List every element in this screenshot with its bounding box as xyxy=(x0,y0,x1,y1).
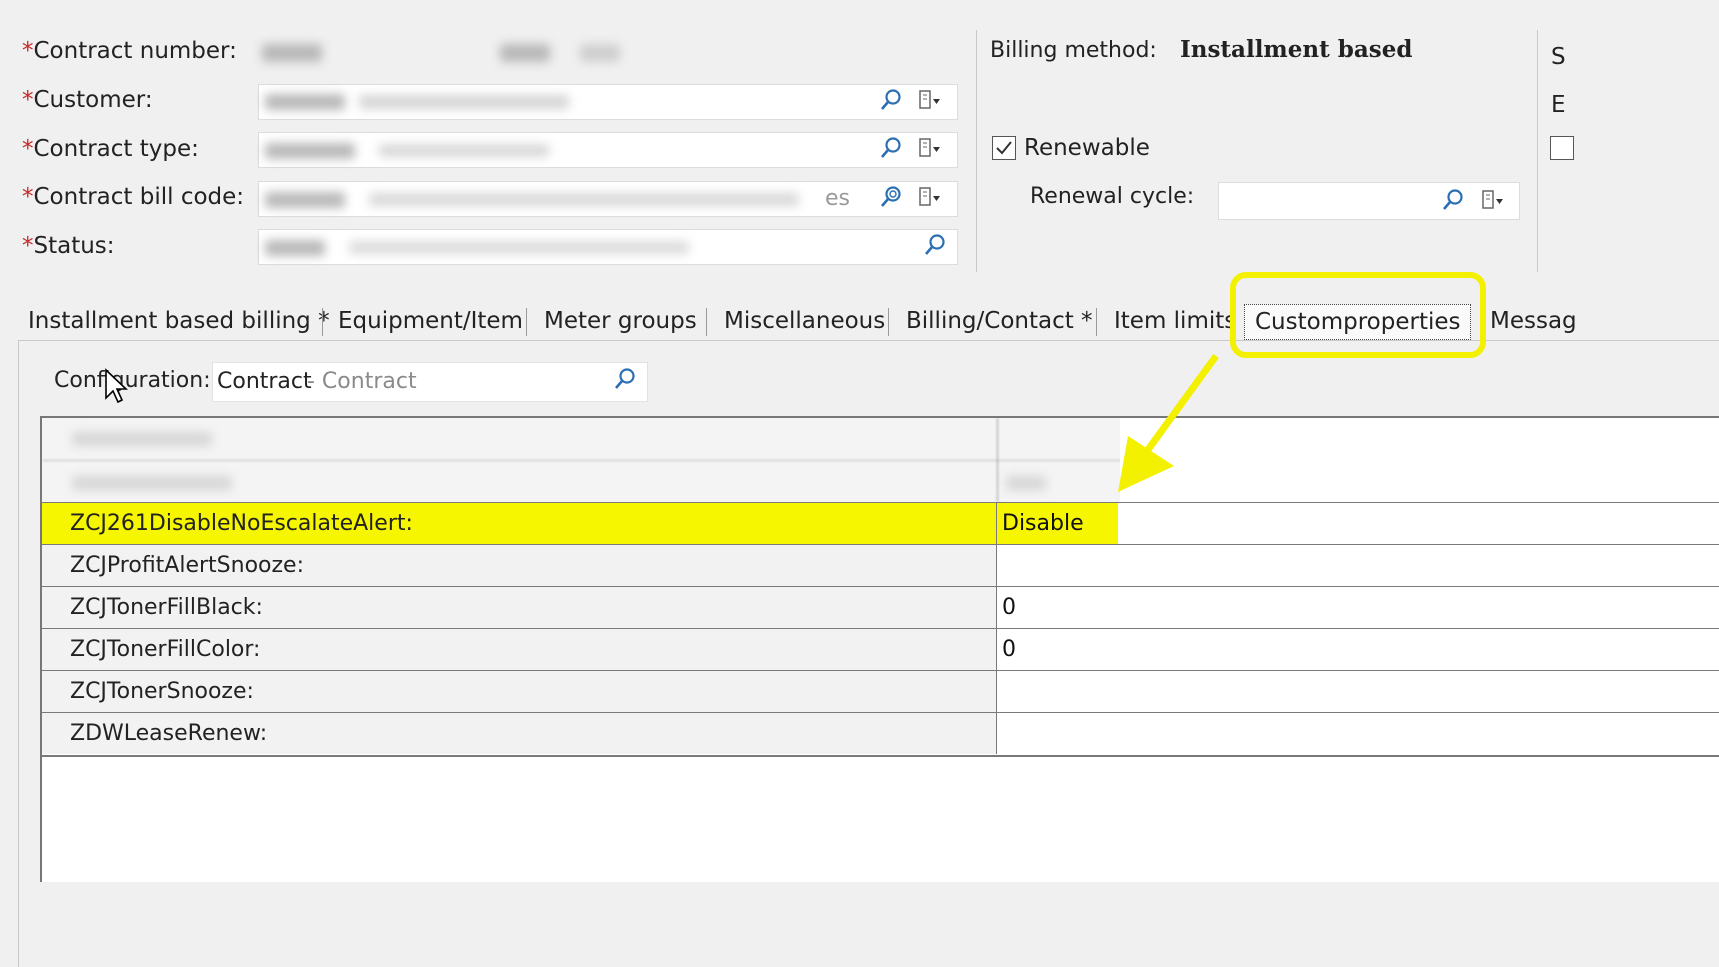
bill-code-value-blurred xyxy=(265,192,345,208)
renewal-cycle-options-menu-icon[interactable] xyxy=(1478,187,1506,215)
configuration-value-description: - Contract xyxy=(307,369,417,394)
contract-number-value-blurred xyxy=(262,44,322,62)
contract-type-code-blurred xyxy=(265,143,355,159)
tab-separator xyxy=(1096,308,1097,336)
contract-bill-code-input[interactable]: es xyxy=(258,181,958,217)
hidden-row-1-blurred xyxy=(72,432,212,446)
property-name: ZCJTonerSnooze: xyxy=(42,671,997,712)
tab-billing-contact[interactable]: Billing/Contact * xyxy=(896,302,1103,340)
contract-bill-code-options-menu-icon[interactable] xyxy=(915,184,943,212)
property-row[interactable]: ZCJTonerFillColor: 0 xyxy=(42,629,1719,671)
customer-name-blurred xyxy=(359,95,569,109)
header-column-divider xyxy=(976,30,977,272)
property-name: ZCJTonerFillColor: xyxy=(42,629,997,670)
contract-bill-code-label: *Contract bill code: xyxy=(22,184,245,210)
hidden-row-2-value-blurred xyxy=(1006,476,1046,490)
customer-code-blurred xyxy=(265,94,345,110)
tab-messages[interactable]: Messag xyxy=(1480,302,1587,340)
property-name: ZCJTonerFillBlack: xyxy=(42,587,997,628)
customer-options-menu-icon[interactable] xyxy=(915,87,943,115)
annotation-highlight-box xyxy=(1230,272,1486,358)
configuration-value: Contract xyxy=(217,369,312,394)
annotation-arrow-icon xyxy=(1118,353,1219,492)
customer-label: *Customer: xyxy=(22,87,153,113)
property-row[interactable]: ZCJTonerSnooze: xyxy=(42,671,1719,713)
contract-bill-code-search-icon[interactable] xyxy=(878,184,904,212)
right-col-checkbox[interactable] xyxy=(1550,136,1574,160)
contract-type-desc-blurred xyxy=(379,144,549,157)
status-code-blurred xyxy=(265,240,325,256)
tab-item-limits[interactable]: Item limits xyxy=(1104,302,1246,340)
tab-installment-based-billing[interactable]: Installment based billing * xyxy=(18,302,340,340)
tab-separator xyxy=(526,308,527,336)
property-value[interactable]: 0 xyxy=(997,587,1719,628)
contract-type-input[interactable] xyxy=(258,132,958,168)
tab-meter-groups[interactable]: Meter groups xyxy=(534,302,707,340)
contract-type-options-menu-icon[interactable] xyxy=(915,135,943,163)
billing-method-label: Billing method: xyxy=(990,38,1157,63)
property-row[interactable]: ZDWLeaseRenew: xyxy=(42,713,1719,757)
customer-input[interactable] xyxy=(258,84,958,120)
renewal-cycle-search-icon[interactable] xyxy=(1440,187,1466,215)
customer-search-icon[interactable] xyxy=(878,87,904,115)
tab-separator xyxy=(888,308,889,336)
property-row[interactable]: ZCJ261DisableNoEscalateAlert: Disable xyxy=(42,503,1719,545)
contract-type-search-icon[interactable] xyxy=(878,135,904,163)
bill-code-desc-suffix: es xyxy=(825,186,850,211)
property-name: ZCJ261DisableNoEscalateAlert: xyxy=(42,503,997,544)
header-right-divider xyxy=(1537,30,1538,272)
property-value[interactable] xyxy=(997,713,1719,754)
renewable-checkbox[interactable] xyxy=(992,136,1016,160)
contract-number-extra-blurred xyxy=(500,44,550,62)
contract-type-label: *Contract type: xyxy=(22,136,199,162)
billing-method-value: Installment based xyxy=(1180,36,1413,63)
contract-number-extra2-blurred xyxy=(580,44,620,62)
property-row[interactable]: ZCJProfitAlertSnooze: xyxy=(42,545,1719,587)
property-name: ZDWLeaseRenew: xyxy=(42,713,997,754)
mouse-cursor-icon xyxy=(105,368,129,404)
renewal-cycle-label: Renewal cycle: xyxy=(1030,184,1195,209)
renewable-label: Renewable xyxy=(1024,135,1150,161)
renewal-cycle-input[interactable] xyxy=(1218,182,1520,220)
property-value[interactable]: Disable xyxy=(997,503,1719,544)
status-input[interactable] xyxy=(258,229,958,265)
bill-code-desc-blurred xyxy=(369,193,799,206)
status-desc-blurred xyxy=(349,241,689,254)
tab-separator xyxy=(706,308,707,336)
tab-separator xyxy=(322,308,323,336)
configuration-search-icon[interactable] xyxy=(612,366,638,394)
property-value[interactable] xyxy=(997,545,1719,586)
grid-hidden-rows xyxy=(42,418,1719,502)
tab-equipment-item[interactable]: Equipment/Item xyxy=(328,302,533,340)
status-label: *Status: xyxy=(22,233,115,259)
hidden-row-2-blurred xyxy=(72,476,232,490)
right-col-label-1: S xyxy=(1551,44,1566,70)
configuration-label: Configuration: xyxy=(54,368,211,393)
right-col-label-2: E xyxy=(1551,92,1566,118)
property-row[interactable]: ZCJTonerFillBlack: 0 xyxy=(42,587,1719,629)
checkmark-icon xyxy=(996,141,1012,155)
grid-column-divider xyxy=(997,418,998,502)
status-search-icon[interactable] xyxy=(922,232,948,260)
property-name: ZCJProfitAlertSnooze: xyxy=(42,545,997,586)
tab-miscellaneous[interactable]: Miscellaneous xyxy=(714,302,895,340)
property-value[interactable]: 0 xyxy=(997,629,1719,670)
configuration-input[interactable]: Contract - Contract xyxy=(212,362,648,402)
property-value[interactable] xyxy=(997,671,1719,712)
contract-number-label: *Contract number: xyxy=(22,38,237,64)
